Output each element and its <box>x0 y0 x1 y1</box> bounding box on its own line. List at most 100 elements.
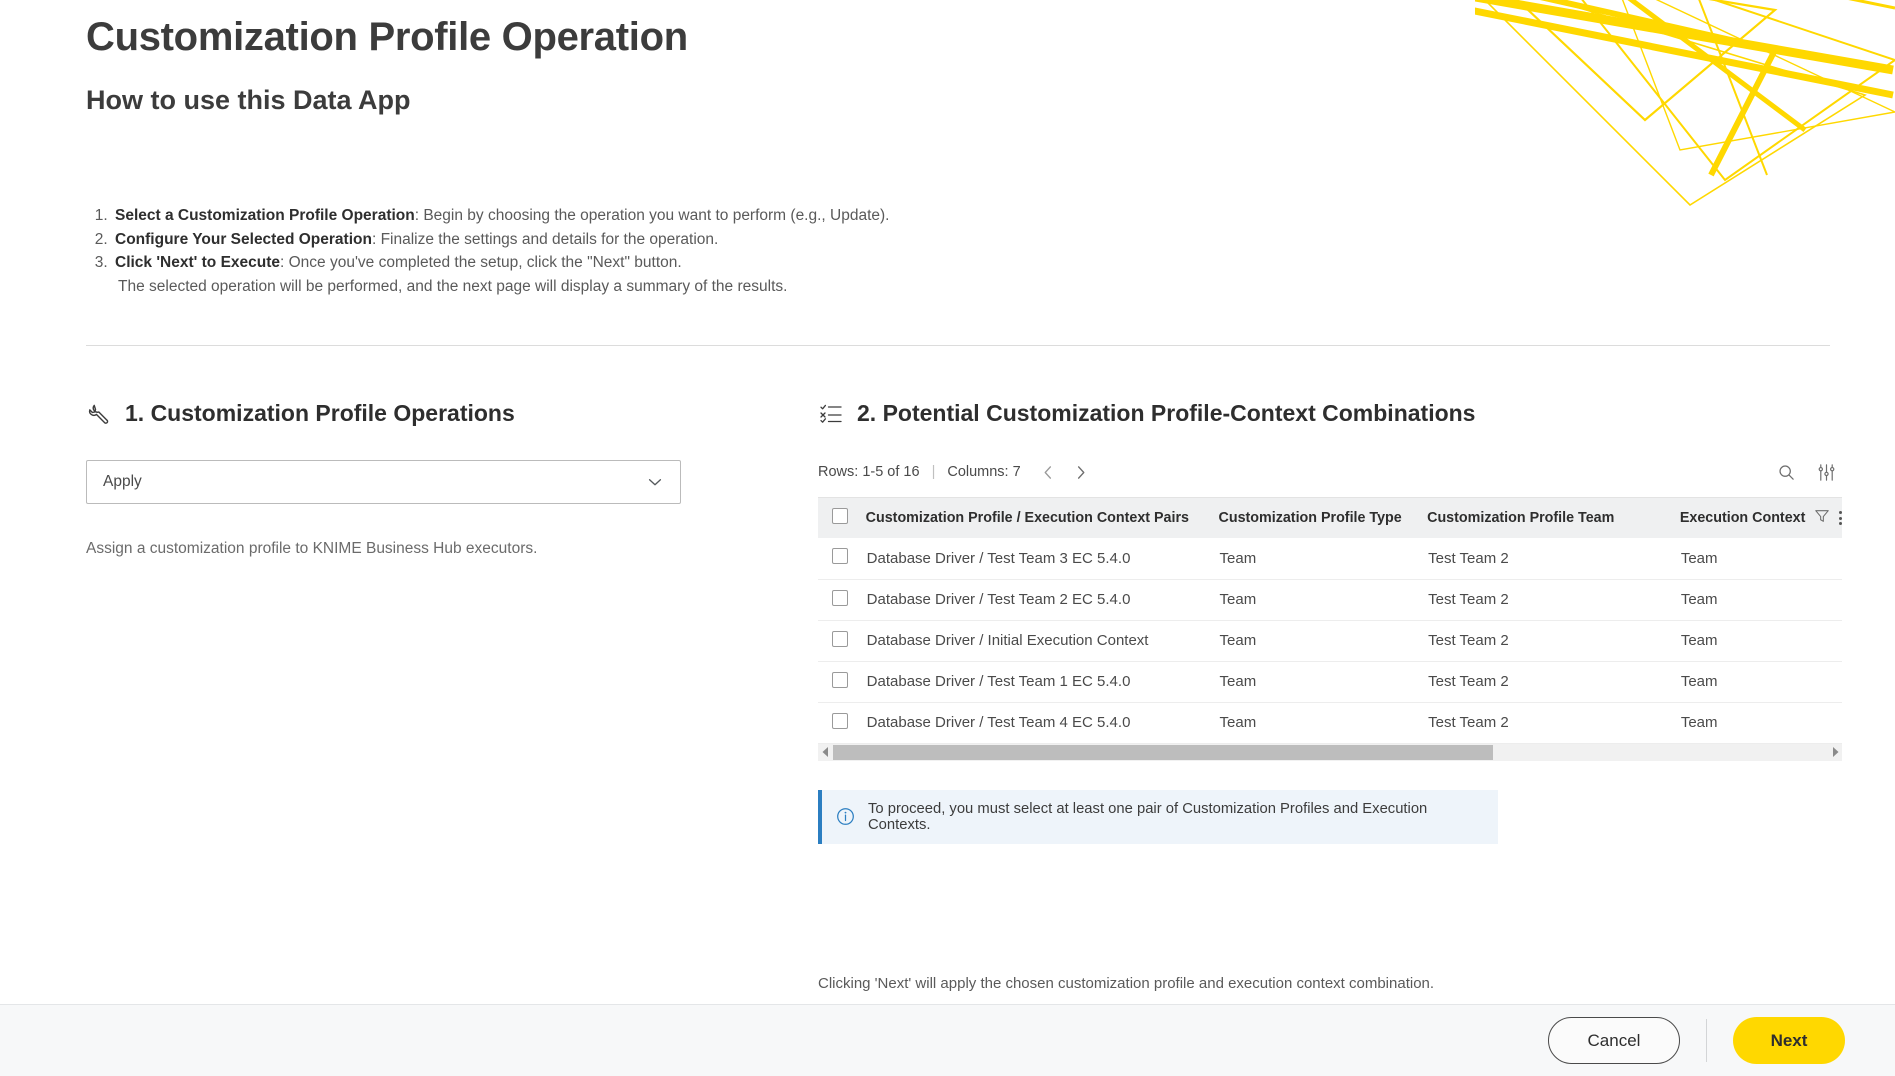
table-row[interactable]: Database Driver / Test Team 2 EC 5.4.0 T… <box>818 579 1842 620</box>
chevron-left-icon[interactable] <box>1039 462 1059 482</box>
table-row[interactable]: Database Driver / Test Team 3 EC 5.4.0 T… <box>818 538 1842 579</box>
data-app-page: Customization Profile Operation How to u… <box>0 0 1895 1076</box>
operation-select-value: Apply <box>103 473 142 491</box>
cell-pair: Database Driver / Initial Execution Cont… <box>866 620 1219 661</box>
scroll-left-icon[interactable] <box>818 744 833 761</box>
profile-context-combinations-section: 2. Potential Customization Profile-Conte… <box>818 400 1842 844</box>
cell-team: Test Team 2 <box>1427 661 1680 702</box>
knime-brand-graphic <box>1475 0 1895 210</box>
alert-text: To proceed, you must select at least one… <box>868 801 1484 833</box>
scroll-right-icon[interactable] <box>1827 744 1842 761</box>
cell-type: Team <box>1219 702 1428 743</box>
cell-team: Test Team 2 <box>1427 579 1680 620</box>
selection-required-alert: To proceed, you must select at least one… <box>818 790 1498 844</box>
combinations-table: Customization Profile / Execution Contex… <box>818 497 1842 761</box>
cell-type: Team <box>1219 579 1428 620</box>
instruction-item-bold: Select a Customization Profile Operation <box>115 207 415 224</box>
cell-context: Team <box>1680 579 1842 620</box>
row-checkbox[interactable] <box>832 590 848 606</box>
instruction-item-bold: Configure Your Selected Operation <box>115 231 372 248</box>
cell-type: Team <box>1219 538 1428 579</box>
sliders-icon[interactable] <box>1816 462 1836 482</box>
instruction-item-rest: : Once you've completed the setup, click… <box>280 254 682 271</box>
row-checkbox[interactable] <box>832 672 848 688</box>
right-section-header: 2. Potential Customization Profile-Conte… <box>818 400 1842 427</box>
chevron-down-icon <box>646 473 664 491</box>
wrench-icon <box>86 401 112 427</box>
column-header-context[interactable]: Execution Context <box>1680 498 1842 538</box>
left-section-title: 1. Customization Profile Operations <box>125 400 515 427</box>
search-icon[interactable] <box>1776 462 1796 482</box>
row-select-cell <box>818 538 866 579</box>
next-button[interactable]: Next <box>1733 1017 1845 1064</box>
instruction-item-bold: Click 'Next' to Execute <box>115 254 280 271</box>
row-select-cell <box>818 579 866 620</box>
cell-pair: Database Driver / Test Team 1 EC 5.4.0 <box>866 661 1219 702</box>
more-options-icon[interactable] <box>1839 511 1842 525</box>
row-select-cell <box>818 661 866 702</box>
table-header-row: Customization Profile / Execution Contex… <box>818 498 1842 538</box>
row-select-cell <box>818 620 866 661</box>
page-subtitle: How to use this Data App <box>86 64 688 119</box>
cell-team: Test Team 2 <box>1427 538 1680 579</box>
left-section-header: 1. Customization Profile Operations <box>86 400 706 427</box>
info-icon <box>836 807 855 826</box>
operation-helper-text: Assign a customization profile to KNIME … <box>86 540 706 558</box>
checklist-icon <box>818 401 844 427</box>
operation-select[interactable]: Apply <box>86 460 681 504</box>
column-header-team[interactable]: Customization Profile Team <box>1427 498 1680 538</box>
table-body: Database Driver / Test Team 3 EC 5.4.0 T… <box>818 538 1842 743</box>
instruction-subnote: The selected operation will be performed… <box>115 275 1466 298</box>
section-divider <box>86 345 1830 346</box>
instruction-item: Click 'Next' to Execute: Once you've com… <box>112 251 1466 298</box>
scrollbar-thumb[interactable] <box>833 745 1493 760</box>
column-header-type[interactable]: Customization Profile Type <box>1219 498 1428 538</box>
rows-count-label: Rows: 1-5 of 16 <box>818 464 920 480</box>
cell-team: Test Team 2 <box>1427 702 1680 743</box>
row-checkbox[interactable] <box>832 713 848 729</box>
cell-team: Test Team 2 <box>1427 620 1680 661</box>
select-all-header <box>818 498 866 538</box>
instruction-item: Select a Customization Profile Operation… <box>112 204 1466 227</box>
table-row[interactable]: Database Driver / Test Team 4 EC 5.4.0 T… <box>818 702 1842 743</box>
cell-pair: Database Driver / Test Team 3 EC 5.4.0 <box>866 538 1219 579</box>
select-all-checkbox[interactable] <box>832 508 848 524</box>
table-row[interactable]: Database Driver / Initial Execution Cont… <box>818 620 1842 661</box>
cell-context: Team <box>1680 538 1842 579</box>
footer-divider <box>1706 1019 1707 1062</box>
meta-separator: | <box>932 464 936 480</box>
instruction-item: Configure Your Selected Operation: Final… <box>112 228 1466 251</box>
right-section-title: 2. Potential Customization Profile-Conte… <box>857 400 1475 427</box>
filter-icon[interactable] <box>1814 508 1830 528</box>
row-select-cell <box>818 702 866 743</box>
instruction-item-rest: : Begin by choosing the operation you wa… <box>415 207 890 224</box>
row-checkbox[interactable] <box>832 631 848 647</box>
cell-context: Team <box>1680 620 1842 661</box>
next-action-footnote: Clicking 'Next' will apply the chosen cu… <box>818 975 1434 992</box>
scrollbar-track[interactable] <box>833 744 1827 761</box>
instructions-block: Select a Customization Profile Operation… <box>86 204 1466 299</box>
cell-context: Team <box>1680 702 1842 743</box>
row-checkbox[interactable] <box>832 548 848 564</box>
table-horizontal-scrollbar[interactable] <box>818 744 1842 761</box>
customization-profile-operations-section: 1. Customization Profile Operations Appl… <box>86 400 706 558</box>
page-header: Customization Profile Operation How to u… <box>86 0 688 119</box>
footer-action-bar: Cancel Next <box>0 1004 1895 1076</box>
table-row[interactable]: Database Driver / Test Team 1 EC 5.4.0 T… <box>818 661 1842 702</box>
page-title: Customization Profile Operation <box>86 0 688 64</box>
cell-pair: Database Driver / Test Team 2 EC 5.4.0 <box>866 579 1219 620</box>
column-header-pairs[interactable]: Customization Profile / Execution Contex… <box>866 498 1219 538</box>
table-pager <box>1039 462 1091 482</box>
cancel-button[interactable]: Cancel <box>1548 1017 1680 1064</box>
table-tool-icons <box>1776 462 1842 482</box>
cell-pair: Database Driver / Test Team 4 EC 5.4.0 <box>866 702 1219 743</box>
cell-type: Team <box>1219 661 1428 702</box>
cell-type: Team <box>1219 620 1428 661</box>
column-header-context-label: Execution Context <box>1680 510 1806 526</box>
chevron-right-icon[interactable] <box>1071 462 1091 482</box>
columns-count-label: Columns: 7 <box>947 464 1020 480</box>
cell-context: Team <box>1680 661 1842 702</box>
instruction-item-rest: : Finalize the settings and details for … <box>372 231 718 248</box>
table-meta-bar: Rows: 1-5 of 16 | Columns: 7 <box>818 461 1842 483</box>
instructions-list: Select a Customization Profile Operation… <box>86 204 1466 298</box>
